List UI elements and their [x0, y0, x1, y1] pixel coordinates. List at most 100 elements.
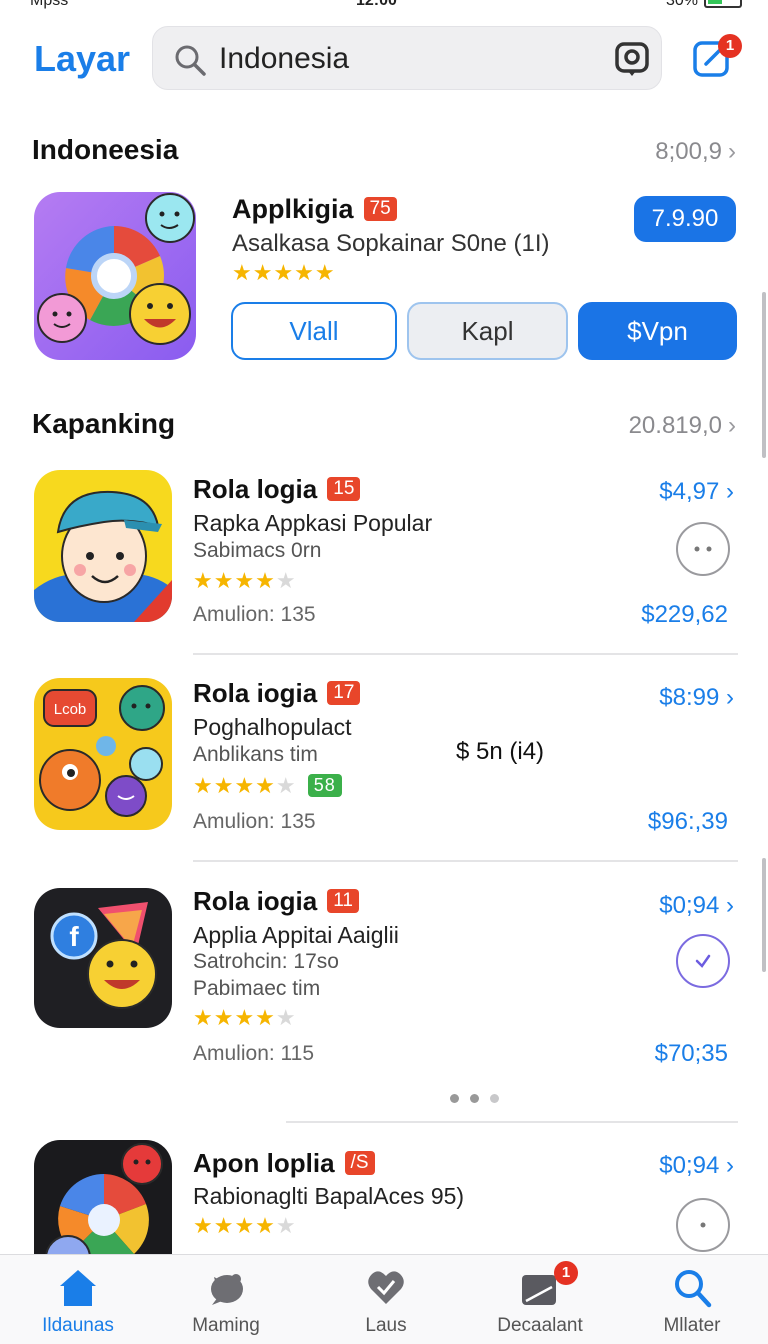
- tab-label: Mllater: [663, 1315, 721, 1336]
- camera-icon[interactable]: [615, 41, 649, 77]
- row-divider: [193, 653, 738, 655]
- price-text: $0;94: [659, 1152, 720, 1179]
- search-input[interactable]: [219, 37, 599, 81]
- app-subtitle-1: Rapka Appkasi Popular: [193, 510, 433, 536]
- star-rating: ★★★★★: [193, 1213, 297, 1238]
- app-icon-2[interactable]: Lcob: [34, 678, 172, 830]
- stars-filled: ★★★★★: [232, 260, 336, 285]
- app-name-2[interactable]: Rola iogia 17: [193, 678, 361, 709]
- svg-text:f: f: [69, 921, 79, 952]
- section-meta-value: 20.819,0: [628, 412, 722, 439]
- age-tag: 15: [327, 477, 361, 501]
- app-amount-3: Amulion: 115: [193, 1042, 315, 1065]
- app-subtitle-2: Poghalhopulact: [193, 714, 352, 740]
- clock: 12:00: [356, 0, 397, 9]
- app-price-secondary-2: $96:,39: [647, 808, 728, 835]
- price-text: $4,97: [659, 478, 720, 505]
- section-title-ranking: Kapanking: [32, 408, 176, 439]
- page-indicator[interactable]: [450, 1090, 510, 1108]
- chevron-right-icon: ›: [726, 892, 734, 919]
- featured-app-name-text: Applkigia: [232, 194, 354, 224]
- more-icon: [700, 1222, 706, 1228]
- app-developer-1: Sabimacs 0rn: [193, 539, 322, 562]
- scrollbar-secondary[interactable]: [762, 858, 766, 972]
- more-options-button[interactable]: [676, 522, 730, 576]
- app-icon-1[interactable]: [34, 470, 172, 622]
- battery-icon: [704, 0, 742, 8]
- row-divider: [193, 860, 738, 862]
- battery-percent: 30%: [665, 0, 698, 9]
- star-rating: ★★★★★: [232, 260, 336, 286]
- section-meta-value: 8;00,9: [655, 138, 722, 165]
- app-mid-price-2: $ 5n (i4): [456, 738, 545, 765]
- games-icon: [211, 1274, 243, 1305]
- price-text: $8:99: [659, 684, 720, 711]
- age-tag: 11: [327, 889, 359, 913]
- heart-icon: [368, 1271, 404, 1304]
- installed-check-button[interactable]: [676, 934, 730, 988]
- app-name-text: Rola logia: [193, 474, 318, 504]
- app-subtitle-4: Rabionaglti BapalAces 95): [193, 1183, 465, 1209]
- chevron-right-icon: ›: [726, 1152, 734, 1179]
- app-price-1[interactable]: $4,97 ›: [659, 478, 734, 506]
- tab-label: Ildaunas: [42, 1315, 114, 1336]
- tab-home[interactable]: Ildaunas: [8, 1263, 148, 1343]
- tab-updates[interactable]: 1 Decaalant: [470, 1261, 610, 1343]
- search-bar[interactable]: [152, 26, 662, 90]
- app-amount-1: Amulion: 135: [193, 603, 316, 626]
- app-price-4[interactable]: $0;94 ›: [659, 1152, 734, 1180]
- featured-action-secondary-button[interactable]: Kapl: [407, 302, 568, 360]
- app-developer-3: Satrohcin: 17so: [193, 950, 339, 973]
- app-price-secondary-3: $70;35: [654, 1040, 728, 1067]
- tab-search[interactable]: Mllater: [622, 1263, 762, 1343]
- star-rating: ★★★★★ 58: [193, 773, 342, 799]
- price-text: $0;94: [659, 892, 720, 919]
- featured-price-button[interactable]: 7.9.90: [634, 196, 736, 242]
- section-meta-ranking[interactable]: 20.819,0 ›: [629, 412, 736, 440]
- tab-favorites[interactable]: Laus: [316, 1263, 456, 1343]
- app-icon-3[interactable]: f: [34, 888, 172, 1028]
- app-developer-2: Anblikans tim: [193, 743, 318, 766]
- more-options-button[interactable]: [676, 1198, 730, 1252]
- status-bar: Mpss 12:00 30%: [0, 0, 768, 14]
- featured-action-open-button[interactable]: $Vpn: [578, 302, 737, 360]
- app-amount-2: Amulion: 135: [193, 810, 316, 833]
- more-icon: [694, 546, 712, 552]
- featured-action-view-button[interactable]: Vlall: [231, 302, 397, 360]
- tab-label: Maming: [192, 1315, 260, 1336]
- header: Layar 1: [0, 22, 768, 96]
- app-name-3[interactable]: Rola iogia 11: [193, 886, 359, 917]
- check-icon: [695, 954, 711, 968]
- age-tag: 75: [363, 197, 397, 221]
- app-price-3[interactable]: $0;94 ›: [659, 892, 734, 920]
- tab-games[interactable]: Maming: [156, 1263, 296, 1343]
- tab-label: Decaalant: [497, 1315, 583, 1336]
- app-price-2[interactable]: $8:99 ›: [659, 684, 734, 712]
- age-tag: /S: [344, 1151, 375, 1175]
- app-price-secondary-1: $229,62: [641, 601, 728, 628]
- tab-label: Laus: [365, 1315, 407, 1336]
- app-name-text: Rola iogia: [193, 678, 318, 708]
- featured-app-name[interactable]: Applkigia 75: [232, 194, 397, 225]
- notification-badge: 1: [718, 34, 742, 58]
- app-name-1[interactable]: Rola logia 15: [193, 474, 361, 505]
- star-rating: ★★★★★: [193, 1005, 297, 1030]
- app-name-4[interactable]: Apon loplia/S: [193, 1148, 375, 1179]
- chevron-right-icon: ›: [728, 138, 736, 165]
- app-icon-4[interactable]: [34, 1140, 172, 1270]
- featured-app-icon[interactable]: [34, 192, 196, 360]
- app-category-3: Pabimaec tim: [193, 977, 321, 1000]
- app-name-text: Rola iogia: [193, 886, 318, 916]
- page-title: Layar: [34, 38, 131, 79]
- search-icon: [675, 1270, 712, 1308]
- chevron-right-icon: ›: [728, 412, 736, 439]
- scrollbar[interactable]: [762, 292, 766, 458]
- score-tag: 58: [307, 774, 342, 797]
- section-title-featured: Indoneesia: [32, 134, 179, 165]
- age-tag: 17: [327, 681, 361, 705]
- search-icon: [175, 45, 206, 76]
- chevron-right-icon: ›: [726, 684, 734, 711]
- section-meta-featured[interactable]: 8;00,9 ›: [655, 138, 736, 166]
- tab-bar: Ildaunas Maming Laus 1 Decaalant Mllater: [0, 1254, 768, 1344]
- home-icon: [60, 1270, 96, 1306]
